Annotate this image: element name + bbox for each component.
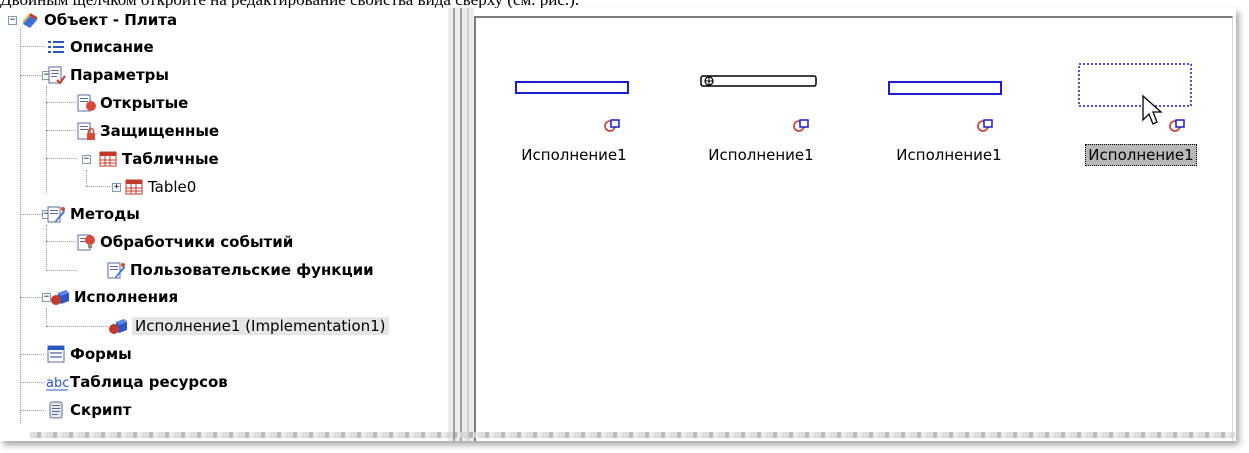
script-icon (46, 400, 66, 420)
tabular-collapse-toggle[interactable]: − (82, 155, 91, 164)
tree-item-label: Табличные (122, 150, 219, 168)
tree-item-label: Обработчики событий (100, 233, 294, 251)
tree-item-resource-table[interactable]: abc Таблица ресурсов (46, 370, 228, 394)
tree-item-table0[interactable]: Table0 (124, 175, 196, 199)
back-view-outline (888, 81, 1002, 132)
table-icon (124, 177, 144, 197)
mouse-pointer-icon (1142, 94, 1163, 125)
locked-params-icon (76, 121, 96, 141)
tree-item-label: Открытые (100, 94, 189, 112)
tree-item-label: Table0 (148, 178, 197, 196)
tree-item-label: Таблица ресурсов (70, 373, 228, 391)
tree-item-object[interactable]: Объект - Плита (20, 8, 177, 32)
tree-item-label: Формы (70, 345, 132, 363)
tree-item-label: Скрипт (70, 401, 132, 419)
tree-item-methods[interactable]: Методы (46, 202, 140, 226)
top-view-outline (1078, 63, 1192, 132)
implementation-view-back[interactable]: Исполнение1 (869, 58, 1029, 178)
tree-item-open-parameters[interactable]: Открытые (76, 91, 188, 115)
tree-item-forms[interactable]: Формы (46, 342, 132, 366)
user-function-icon (106, 260, 126, 280)
tree-item-label: Параметры (70, 66, 169, 84)
tree-item-parameters[interactable]: Параметры (46, 63, 169, 87)
tree-item-tabular-parameters[interactable]: Табличные (98, 147, 219, 171)
event-handler-icon (76, 232, 96, 252)
implementations-view-canvas: Исполнение1 Исполнение1 Исполнение1 Испо… (474, 16, 1233, 441)
root-collapse-toggle[interactable]: − (8, 16, 17, 25)
torn-edge (30, 432, 1235, 438)
tree-item-label: Защищенные (100, 122, 220, 140)
object-icon (20, 10, 40, 30)
tree-item-description[interactable]: Описание (46, 35, 154, 59)
table0-expand-toggle[interactable]: + (112, 183, 121, 192)
implementation-view-front[interactable]: Исполнение1 (494, 58, 654, 178)
list-icon (46, 37, 66, 57)
tree-item-label: Описание (70, 38, 154, 56)
tree-item-label: Пользовательские функции (130, 261, 374, 279)
side-view-outline (700, 75, 817, 132)
parameters-icon (46, 65, 66, 85)
implementation-caption: Исполнение1 (1061, 144, 1221, 166)
implementation-view-top[interactable]: Исполнение1 (1061, 58, 1221, 178)
tree-item-label: Исполнение1 (Implementation1) (132, 317, 389, 335)
editor-window: − Объект - Плита Описание − Параметры + (0, 8, 1236, 441)
implementation-caption: Исполнение1 (521, 146, 627, 164)
tree-item-label: Методы (70, 205, 140, 223)
object-tree: − Объект - Плита Описание − Параметры + (0, 8, 448, 441)
tree-item-user-functions[interactable]: Пользовательские функции (106, 258, 374, 282)
table-icon (98, 149, 118, 169)
implementation-caption: Исполнение1 (896, 146, 1002, 164)
form-icon (46, 344, 66, 364)
tree-item-label: Объект - Плита (44, 11, 178, 29)
svg-text:abc: abc (46, 376, 69, 391)
tree-item-protected-parameters[interactable]: Защищенные (76, 119, 219, 143)
implementation-view-side[interactable]: Исполнение1 (681, 58, 841, 178)
implementation-icon (108, 316, 128, 336)
tree-item-implementations[interactable]: Исполнения (50, 285, 178, 309)
front-view-outline (515, 81, 629, 132)
implementation-icon (50, 287, 70, 307)
tree-item-label: Исполнения (74, 288, 179, 306)
implementation-caption: Исполнение1 (708, 146, 814, 164)
tree-item-implementation1[interactable]: Исполнение1 (Implementation1) (108, 314, 389, 338)
tree-item-script[interactable]: Скрипт (46, 398, 132, 422)
methods-icon (46, 204, 66, 224)
abc-icon: abc (46, 372, 69, 392)
tree-item-event-handlers[interactable]: Обработчики событий (76, 230, 293, 254)
open-params-icon (76, 93, 96, 113)
pane-splitter[interactable] (448, 8, 474, 441)
